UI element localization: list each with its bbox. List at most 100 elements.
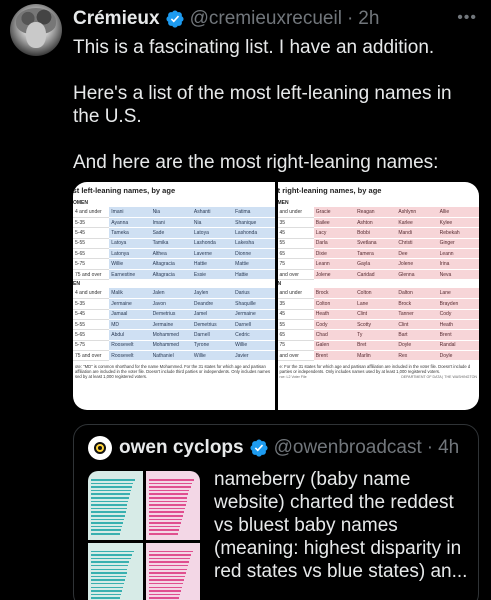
left-women-table: 4 and under Imani Nia Ashanti Fatima 5-35 Ayan… bbox=[73, 207, 275, 281]
name-row: 45 Lacy Bobbi Mandi Rebekah bbox=[277, 227, 479, 239]
name-cell: Heath bbox=[313, 309, 356, 320]
right-table-note: e: For the 31 states for which age and p… bbox=[279, 364, 471, 375]
name-row: and under Gracie Reagan Ashlynn Allie bbox=[277, 207, 479, 218]
name-cell: Chad bbox=[313, 329, 356, 341]
author-avatar[interactable] bbox=[10, 4, 62, 56]
bluest-names-chart-thumbnail bbox=[88, 471, 143, 540]
name-cell: Ayanna bbox=[109, 217, 151, 229]
name-cell: Jolene bbox=[313, 269, 356, 281]
name-cell: Mohammed bbox=[150, 329, 192, 341]
separator-dot: · bbox=[426, 437, 434, 458]
name-cell: Jolene bbox=[396, 258, 438, 270]
age-group-cell: 75 and over bbox=[73, 350, 110, 362]
name-cell: Imani bbox=[109, 207, 151, 218]
chart-bar bbox=[148, 504, 186, 506]
age-group-cell: 35 bbox=[277, 298, 314, 310]
name-cell: Cody bbox=[313, 319, 356, 331]
name-cell: Reagan bbox=[355, 207, 397, 218]
name-cell: Clint bbox=[355, 309, 397, 320]
left-leaning-names-image[interactable]: ost left-leaning names, by age OMEN 4 an… bbox=[73, 182, 275, 410]
age-group-cell: 4 and under bbox=[73, 207, 110, 218]
chart-bar bbox=[148, 582, 184, 585]
source-text: rce: L2 Voter File bbox=[279, 375, 307, 380]
name-row: 5-55 Latoya Tamika Lashonda Lakesha bbox=[73, 238, 275, 250]
name-cell: Willie bbox=[109, 258, 151, 270]
name-cell: Brayden bbox=[437, 298, 479, 310]
name-cell: Brock bbox=[396, 298, 438, 310]
name-cell: Leann bbox=[437, 248, 479, 260]
name-cell: Willie bbox=[233, 340, 275, 352]
chart-bar bbox=[148, 525, 181, 528]
age-group-cell: 35 bbox=[277, 217, 314, 229]
name-row: 75 Leann Gayla Jolene Irina bbox=[277, 258, 479, 270]
avatar-face bbox=[26, 22, 46, 48]
name-cell: Mohammed bbox=[150, 340, 192, 352]
name-cell: Rex bbox=[396, 350, 438, 362]
verified-badge-icon bbox=[250, 439, 268, 457]
chart-bar bbox=[148, 489, 190, 492]
chart-bar bbox=[148, 515, 184, 517]
name-cell: Demetrius bbox=[191, 319, 234, 331]
name-cell: Doyle bbox=[437, 350, 479, 362]
name-row: 5-45 Jamaal Demetrius Jamel Jermaine bbox=[73, 309, 275, 320]
tweet-header: Crémieux @cremieuxrecueil · 2h bbox=[73, 7, 477, 31]
name-cell: Latoya bbox=[191, 227, 234, 239]
name-cell: Javier bbox=[233, 350, 275, 362]
chart-bar bbox=[91, 586, 123, 589]
name-cell: Roosevelt bbox=[109, 340, 151, 352]
chart-bar bbox=[91, 486, 133, 488]
age-group-cell: 55 bbox=[277, 319, 314, 331]
more-horizontal-icon[interactable]: ••• bbox=[457, 9, 477, 27]
name-cell: Bret bbox=[355, 340, 397, 352]
age-group-cell: 55 bbox=[277, 238, 314, 250]
name-cell: Shanique bbox=[233, 217, 275, 229]
age-group-cell: 5-45 bbox=[73, 309, 110, 320]
name-cell: Bart bbox=[396, 329, 438, 341]
chart-bar bbox=[148, 486, 191, 488]
chart-bar bbox=[91, 572, 127, 574]
chart-bar bbox=[91, 582, 124, 585]
name-cell: Clint bbox=[396, 319, 438, 331]
quoted-tweet[interactable]: owen cyclops @owenbroadcast · 4h nameber… bbox=[73, 424, 479, 600]
chart-bar bbox=[148, 590, 182, 592]
left-table-title: ost left-leaning names, by age bbox=[73, 186, 176, 195]
chart-bar bbox=[148, 511, 185, 513]
name-cell: Jermaine bbox=[109, 298, 151, 310]
tweet-media[interactable]: ost left-leaning names, by age OMEN 4 an… bbox=[73, 182, 479, 410]
chart-bar bbox=[148, 575, 185, 578]
chart-bar bbox=[148, 561, 189, 563]
age-group-cell: 65 bbox=[277, 248, 314, 260]
name-cell: Darnell bbox=[233, 319, 275, 331]
name-row: and over Jolene Caridad Glenna Neva bbox=[277, 269, 479, 281]
name-cell: Mattie bbox=[233, 258, 275, 270]
quoted-tweet-media[interactable] bbox=[88, 471, 200, 600]
age-group-cell: and under bbox=[277, 288, 314, 300]
quoted-author-name: owen cyclops bbox=[119, 437, 244, 458]
tweet-time[interactable]: 2h bbox=[358, 8, 379, 30]
name-cell: Darnell bbox=[191, 329, 234, 341]
chart-bar bbox=[91, 579, 125, 581]
name-cell: Gracie bbox=[313, 207, 356, 218]
name-cell: Essie bbox=[191, 269, 234, 281]
name-row: 45 Heath Clint Tanner Cody bbox=[277, 309, 479, 320]
author-name[interactable]: Crémieux bbox=[73, 8, 160, 30]
name-cell: Shaquille bbox=[233, 298, 275, 310]
name-cell: Willie bbox=[191, 350, 234, 362]
name-row: 5-55 MD Jermaine Demetrius Darnell bbox=[73, 319, 275, 331]
age-group-cell: 5-35 bbox=[73, 298, 110, 310]
name-cell: Jamel bbox=[191, 309, 234, 320]
author-handle[interactable]: @cremieuxrecueil bbox=[190, 8, 342, 30]
chart-bar bbox=[91, 597, 120, 599]
chart-bar bbox=[91, 511, 126, 513]
name-cell: Earnestine bbox=[109, 269, 151, 281]
chart-bar bbox=[91, 489, 132, 492]
right-women-table: and under Gracie Reagan Ashlynn Allie 35 Baile… bbox=[277, 207, 479, 281]
name-cell: Lane bbox=[437, 288, 479, 300]
name-cell: Lakesha bbox=[233, 238, 275, 250]
right-leaning-names-image[interactable]: st right-leaning names, by age MEN and u… bbox=[277, 182, 479, 410]
left-men-table: 4 and under Malik Jalen Jaylen Darius 5-35 Jer… bbox=[73, 288, 275, 362]
name-cell: Ginger bbox=[437, 238, 479, 250]
chart-bar bbox=[91, 493, 131, 495]
chart-bar bbox=[148, 533, 179, 535]
name-cell: Hattie bbox=[233, 269, 275, 281]
